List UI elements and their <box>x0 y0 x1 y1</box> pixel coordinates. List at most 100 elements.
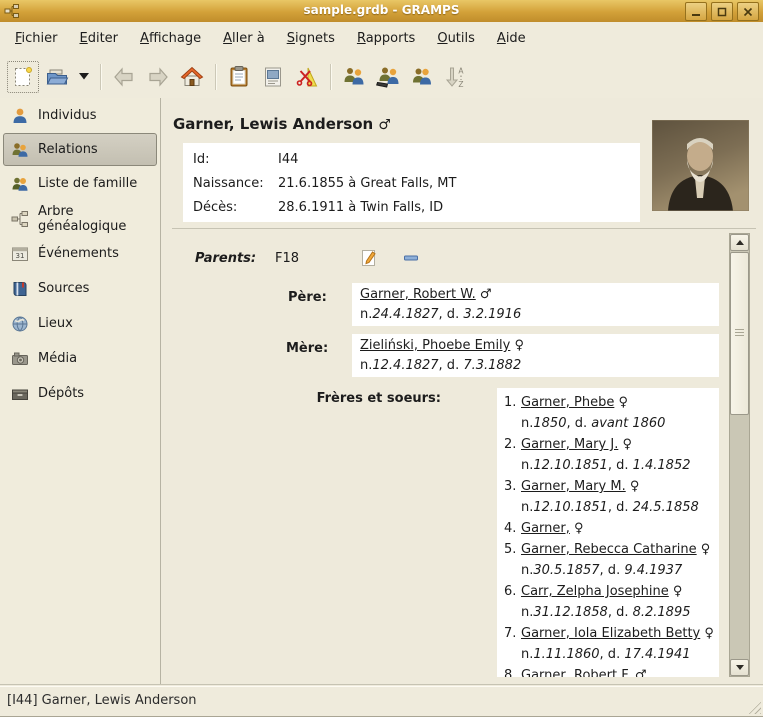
people-action-button-1[interactable] <box>337 60 371 94</box>
birth-label: Naissance: <box>193 176 278 191</box>
sibling-entry: 7.Garner, Iola Elizabeth Betty ♀ <box>504 623 719 644</box>
scratchpad-button[interactable] <box>222 60 256 94</box>
menu-aller-a[interactable]: Aller à <box>212 25 276 52</box>
minimize-icon <box>691 7 701 17</box>
sources-icon <box>11 280 29 298</box>
sibling-link[interactable]: Garner, Robert F. <box>521 668 631 677</box>
sidebar-item-arbre-genealogique[interactable]: Arbre généalogique <box>0 201 160 236</box>
sort-button[interactable]: AZ <box>439 60 473 94</box>
people-action-button-3[interactable] <box>405 60 439 94</box>
father-box: Garner, Robert W. ♂ n.24.4.1827, d. 3.2.… <box>352 283 719 326</box>
father-link[interactable]: Garner, Robert W. <box>360 287 476 302</box>
close-icon <box>743 7 753 17</box>
sort-az-icon: AZ <box>444 65 468 89</box>
svg-text:Z: Z <box>458 80 463 89</box>
sibling-link[interactable]: Garner, Mary M. <box>521 479 626 494</box>
menu-rapports[interactable]: Rapports <box>346 25 426 52</box>
family-list-icon <box>11 175 29 193</box>
sibling-entry: 1.Garner, Phebe ♀ <box>504 392 719 413</box>
person-icon <box>11 107 29 125</box>
sidebar-item-evenements[interactable]: 31 Événements <box>0 236 160 271</box>
menu-signets[interactable]: Signets <box>276 25 346 52</box>
home-button[interactable] <box>175 60 209 94</box>
svg-text:A: A <box>458 66 464 75</box>
chevron-down-icon <box>79 73 89 80</box>
mother-line: Zieliński, Phoebe Emily ♀ <box>360 336 719 356</box>
mother-link[interactable]: Zieliński, Phoebe Emily <box>360 338 510 353</box>
sidebar-item-sources[interactable]: Sources <box>0 271 160 306</box>
open-button[interactable] <box>40 60 74 94</box>
sidebar-item-label: Média <box>38 351 77 366</box>
sibling-dates: n.12.10.1851, d. 1.4.1852 <box>504 455 719 476</box>
open-folder-icon <box>45 65 69 89</box>
female-symbol: ♀ <box>673 584 683 599</box>
sibling-link[interactable]: Garner, Mary J. <box>521 437 618 452</box>
window-controls <box>685 2 759 21</box>
window-title: sample.grdb - GRAMPS <box>0 3 763 17</box>
tools-button[interactable] <box>290 60 324 94</box>
mother-box: Zieliński, Phoebe Emily ♀ n.12.4.1827, d… <box>352 334 719 377</box>
new-document-icon <box>11 65 35 89</box>
status-text: [I44] Garner, Lewis Anderson <box>7 693 197 708</box>
sibling-link[interactable]: Garner, Iola Elizabeth Betty <box>521 626 700 641</box>
sidebar-item-depots[interactable]: Dépôts <box>0 376 160 411</box>
death-label: Décès: <box>193 200 278 215</box>
back-button[interactable] <box>107 60 141 94</box>
scroll-down-button[interactable] <box>730 659 749 676</box>
relations-scroll-area: Parents: F18 Père: Garner, Robert W. ♂ n… <box>161 233 721 677</box>
sidebar-item-label: Liste de famille <box>38 176 137 191</box>
menu-outils[interactable]: Outils <box>426 25 486 52</box>
male-symbol: ♂ <box>480 287 492 302</box>
sibling-link[interactable]: Carr, Zelpha Josephine <box>521 584 669 599</box>
menu-bar: Fichier Editer Affichage Aller à Signets… <box>0 22 763 55</box>
sibling-entry: 6.Carr, Zelpha Josephine ♀ <box>504 581 719 602</box>
sibling-link[interactable]: Garner, <box>521 521 570 536</box>
remove-family-button[interactable] <box>400 247 422 269</box>
sibling-dates: n.31.12.1858, d. 8.2.1895 <box>504 602 719 623</box>
reports-button[interactable] <box>256 60 290 94</box>
sidebar-item-individus[interactable]: Individus <box>0 98 160 133</box>
maximize-button[interactable] <box>711 2 733 21</box>
toolbar: AZ <box>0 55 763 99</box>
parents-family-id: F18 <box>275 251 299 266</box>
info-row-birth: Naissance: 21.6.1855 à Great Falls, MT <box>183 171 640 195</box>
sibling-entry: 8.Garner, Robert F. ♂ <box>504 665 719 677</box>
sibling-number: 3. <box>504 476 521 497</box>
sibling-number: 7. <box>504 623 521 644</box>
triangle-down-icon <box>736 665 744 670</box>
siblings-section-label: Frères et soeurs: <box>291 391 441 406</box>
vertical-scrollbar[interactable] <box>729 233 750 677</box>
media-icon <box>11 350 29 368</box>
title-bar[interactable]: sample.grdb - GRAMPS <box>0 0 763 22</box>
menu-fichier[interactable]: Fichier <box>4 25 69 52</box>
sidebar-item-media[interactable]: Média <box>0 341 160 376</box>
mother-dates: n.12.4.1827, d. 7.3.1882 <box>360 356 719 376</box>
sidebar-item-label: Individus <box>38 108 97 123</box>
menu-affichage[interactable]: Affichage <box>129 25 212 52</box>
sibling-link[interactable]: Garner, Rebecca Catharine <box>521 542 697 557</box>
home-icon <box>180 65 204 89</box>
forward-button[interactable] <box>141 60 175 94</box>
menu-editer[interactable]: Editer <box>69 25 130 52</box>
scroll-up-button[interactable] <box>730 234 749 251</box>
menu-aide[interactable]: Aide <box>486 25 537 52</box>
close-button[interactable] <box>737 2 759 21</box>
female-symbol: ♀ <box>630 479 640 494</box>
sidebar-item-label: Arbre généalogique <box>38 204 160 234</box>
scrollbar-thumb[interactable] <box>730 252 749 415</box>
minimize-button[interactable] <box>685 2 707 21</box>
sidebar-item-relations[interactable]: Relations <box>3 133 157 166</box>
sidebar-item-liste-de-famille[interactable]: Liste de famille <box>0 166 160 201</box>
people-action-button-2[interactable] <box>371 60 405 94</box>
sibling-dates: n.1.11.1860, d. 17.4.1941 <box>504 644 719 665</box>
sibling-link[interactable]: Garner, Phebe <box>521 395 614 410</box>
sidebar-item-lieux[interactable]: Lieux <box>0 306 160 341</box>
new-button[interactable] <box>6 60 40 94</box>
sibling-entry: 2.Garner, Mary J. ♀ <box>504 434 719 455</box>
female-symbol: ♀ <box>701 542 711 557</box>
edit-family-button[interactable] <box>358 247 380 269</box>
open-dropdown-button[interactable] <box>74 60 94 94</box>
resize-grip[interactable] <box>747 700 761 714</box>
clipboard-icon <box>227 65 251 89</box>
person-portrait[interactable] <box>652 120 749 211</box>
